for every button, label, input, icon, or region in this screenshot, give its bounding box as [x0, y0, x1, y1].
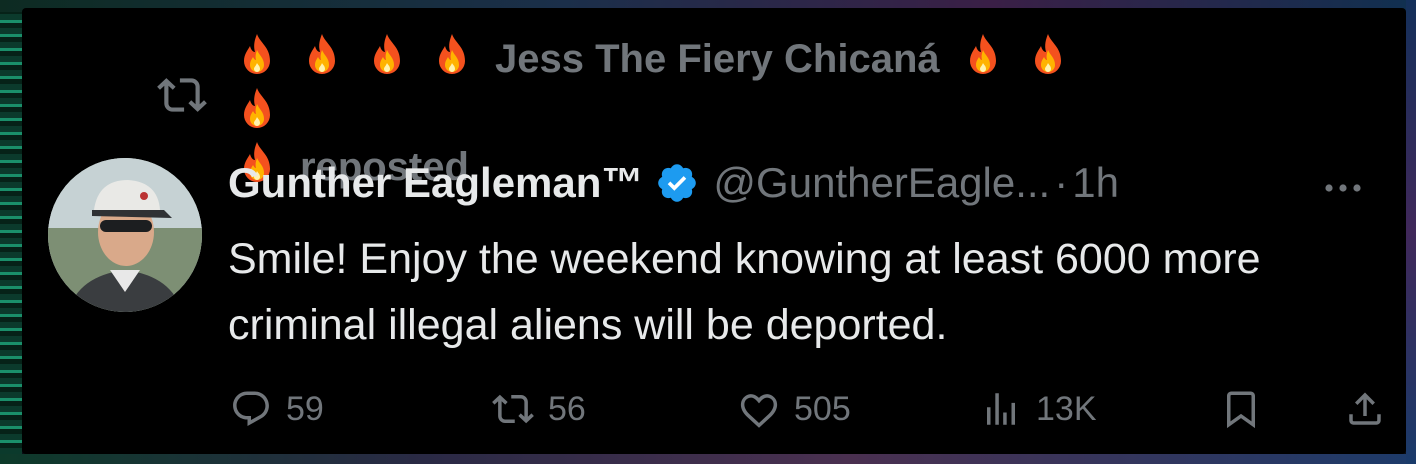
verified-badge-icon: [655, 161, 699, 205]
more-options-button[interactable]: [1320, 168, 1366, 208]
reply-button[interactable]: 59: [230, 384, 324, 434]
tweet-card[interactable]: Jess The Fiery Chicaná reposted Gunther E…: [22, 8, 1406, 454]
like-count: 505: [794, 389, 851, 428]
fire-icon: [430, 32, 474, 80]
view-count: 13K: [1036, 389, 1097, 428]
tweet-time[interactable]: 1h: [1072, 159, 1119, 207]
bookmark-icon: [1227, 391, 1255, 429]
fire-icon: [235, 86, 279, 134]
heart-icon: [740, 394, 778, 428]
tweet-text: Smile! Enjoy the weekend knowing at leas…: [228, 235, 1261, 349]
time-separator: ·: [1054, 159, 1069, 206]
repost-icon: [492, 394, 534, 424]
author-handle[interactable]: @GuntherEagle...: [713, 159, 1050, 207]
reply-count: 59: [286, 389, 324, 428]
repost-button[interactable]: 56: [492, 384, 586, 434]
author-avatar[interactable]: [48, 158, 202, 312]
author-name[interactable]: Gunther Eagleman™: [228, 159, 643, 207]
fire-icon: [1026, 32, 1070, 80]
reply-icon: [233, 391, 269, 426]
bookmark-button[interactable]: [1220, 384, 1276, 434]
repost-count: 56: [548, 389, 586, 428]
share-icon: [1349, 392, 1381, 425]
views-button[interactable]: 13K: [980, 384, 1097, 434]
background-strip-left: [0, 0, 22, 464]
tweet-author-line: Gunther Eagleman™ @GuntherEagle...·1h: [228, 159, 1119, 215]
analytics-icon: [987, 393, 1015, 425]
background-strip-right: [1406, 0, 1416, 464]
background-strip-bottom: [0, 454, 1416, 464]
like-button[interactable]: 505: [738, 384, 851, 434]
fire-icon: [961, 32, 1005, 80]
repost-user-name[interactable]: Jess The Fiery Chicaná: [495, 37, 940, 81]
tweet-actions: 59 56 505 13K: [230, 384, 1386, 434]
fire-icon: [365, 32, 409, 80]
fire-icon: [235, 32, 279, 80]
share-button[interactable]: [1344, 384, 1400, 434]
fire-icon: [300, 32, 344, 80]
repost-context-icon: [157, 70, 207, 120]
